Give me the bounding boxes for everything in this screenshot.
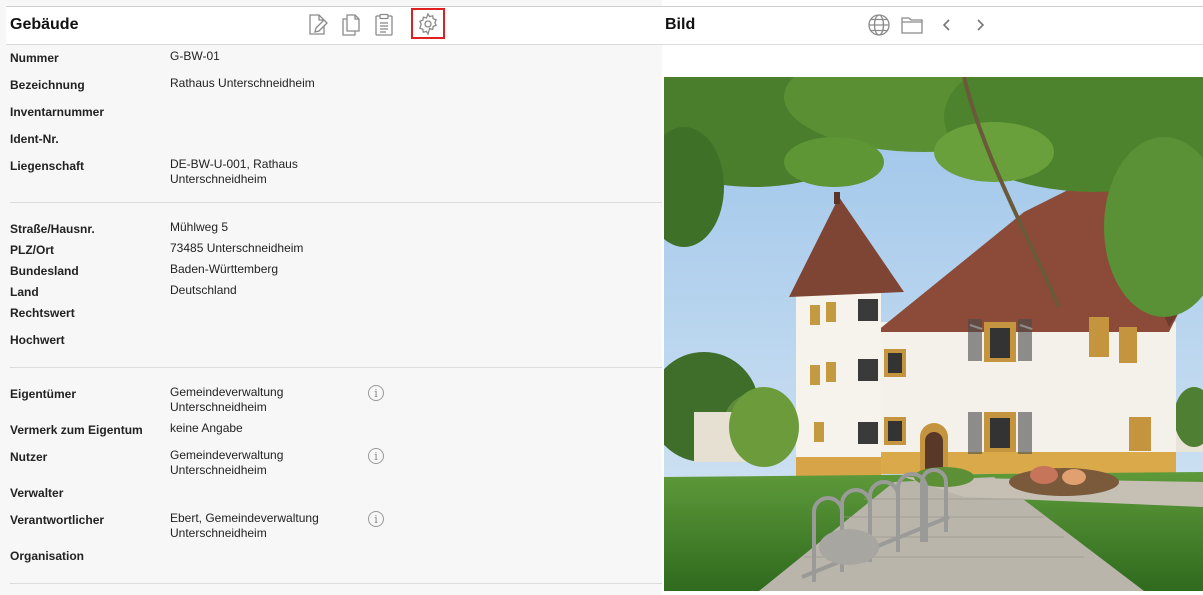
image-panel-title: Bild (665, 16, 696, 33)
folder-icon[interactable] (898, 11, 926, 39)
field-value: Deutschland (170, 283, 237, 297)
field-label: Hochwert (10, 333, 65, 347)
field-label: Verantwortlicher (10, 513, 105, 527)
field-value-line: Unterschneidheim (170, 526, 267, 540)
building-details-panel: Gebäude Nummer G-BW-01 Bezeichnung Ratha… (0, 0, 662, 595)
field-value-line: Unterschneidheim (170, 172, 267, 186)
info-icon[interactable]: i (368, 448, 384, 464)
gear-icon[interactable] (411, 8, 445, 39)
field-value: G-BW-01 (170, 49, 220, 63)
field-value: keine Angabe (170, 421, 243, 435)
field-label: Ident-Nr. (10, 132, 59, 146)
field-value: Rathaus Unterschneidheim (170, 76, 315, 90)
info-icon[interactable]: i (368, 385, 384, 401)
field-value: Gemeindeverwaltung Unterschneidheim (170, 385, 350, 415)
field-label: Nutzer (10, 450, 48, 464)
field-value-line: Unterschneidheim (170, 400, 267, 414)
field-label: Liegenschaft (10, 159, 85, 173)
field-label: PLZ/Ort (10, 243, 54, 257)
clipboard-icon[interactable] (370, 11, 398, 39)
field-label: Verwalter (10, 486, 64, 500)
chevron-right-icon[interactable] (966, 11, 994, 39)
field-label: Inventarnummer (10, 105, 105, 119)
field-value: Gemeindeverwaltung Unterschneidheim (170, 448, 350, 478)
image-panel-header: Bild (662, 6, 1203, 45)
section-divider (10, 202, 662, 203)
field-value: Baden-Württemberg (170, 262, 279, 276)
building-panel-title: Gebäude (10, 16, 79, 33)
field-value-line: Gemeindeverwaltung (170, 385, 284, 399)
field-label: Organisation (10, 549, 85, 563)
globe-icon[interactable] (865, 11, 893, 39)
field-label: Bundesland (10, 264, 79, 278)
field-value: 73485 Unterschneidheim (170, 241, 304, 255)
field-value: DE-BW-U-001, Rathaus Unterschneidheim (170, 157, 350, 187)
field-value: Ebert, Gemeindeverwaltung Unterschneidhe… (170, 511, 350, 541)
field-label: Rechtswert (10, 306, 75, 320)
field-value-line: Gemeindeverwaltung (170, 448, 284, 462)
chevron-left-icon[interactable] (933, 11, 961, 39)
edit-document-icon[interactable] (303, 11, 331, 39)
copy-icon[interactable] (337, 11, 365, 39)
field-label: Bezeichnung (10, 78, 85, 92)
field-label: Eigentümer (10, 387, 77, 401)
section-divider (10, 583, 662, 584)
field-value-line: Unterschneidheim (170, 463, 267, 477)
field-label: Nummer (10, 51, 59, 65)
info-icon[interactable]: i (368, 511, 384, 527)
image-panel: Bild (662, 0, 1203, 595)
field-label: Land (10, 285, 39, 299)
field-label: Straße/Hausnr. (10, 222, 95, 236)
building-panel-header: Gebäude (6, 6, 662, 45)
field-value-line: DE-BW-U-001, Rathaus (170, 157, 298, 171)
field-label: Vermerk zum Eigentum (10, 423, 143, 437)
building-photo (664, 77, 1203, 591)
section-divider (10, 367, 662, 368)
field-value-line: Ebert, Gemeindeverwaltung (170, 511, 319, 525)
field-value: Mühlweg 5 (170, 220, 229, 234)
